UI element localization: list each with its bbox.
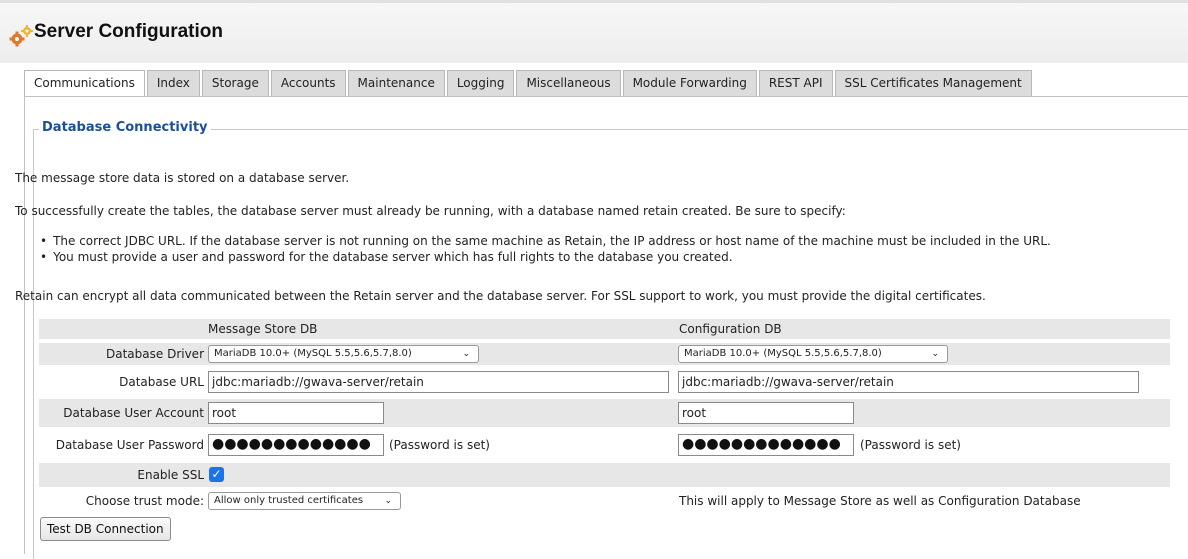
cfg-driver-select[interactable]: MariaDB 10.0+ (MySQL 5.5,5.6,5.7,8.0) ⌄: [678, 345, 948, 363]
url-row: Database URL jdbc:mariadb://gwava-server…: [39, 369, 1170, 395]
driver-row: Database Driver MariaDB 10.0+ (MySQL 5.5…: [39, 343, 1170, 365]
url-label: Database URL: [119, 375, 204, 389]
cfg-driver-value: MariaDB 10.0+ (MySQL 5.5,5.6,5.7,8.0): [684, 348, 882, 359]
ms-password-status: (Password is set): [389, 438, 490, 452]
ms-password-input[interactable]: ●●●●●●●●●●●●●: [208, 434, 384, 456]
trust-label: Choose trust mode:: [85, 494, 204, 508]
list-item: The correct JDBC URL. If the database se…: [40, 233, 1051, 249]
ssl-label: Enable SSL: [137, 468, 204, 482]
tab-maintenance[interactable]: Maintenance: [347, 70, 445, 96]
enable-ssl-checkbox[interactable]: ✓: [209, 467, 224, 482]
chevron-down-icon: ⌄: [462, 349, 470, 359]
chevron-down-icon: ⌄: [384, 496, 392, 506]
tab-bar: Communications Index Storage Accounts Ma…: [24, 70, 1034, 97]
column-header-configuration: Configuration DB: [679, 322, 782, 336]
column-header-message-store: Message Store DB: [208, 322, 318, 336]
fieldset-legend: Database Connectivity: [39, 120, 211, 135]
trust-mode-value: Allow only trusted certificates: [214, 495, 364, 506]
gears-icon: [8, 25, 34, 47]
ssl-row: Enable SSL ✓: [39, 463, 1170, 487]
ms-driver-value: MariaDB 10.0+ (MySQL 5.5,5.6,5.7,8.0): [214, 348, 412, 359]
fieldset-border-left: [33, 129, 34, 559]
ms-user-input[interactable]: root: [208, 402, 384, 424]
ms-url-input[interactable]: jdbc:mariadb://gwava-server/retain: [208, 371, 669, 393]
cfg-user-input[interactable]: root: [678, 402, 854, 424]
page-title: Server Configuration: [34, 21, 223, 42]
intro-text: The message store data is stored on a da…: [15, 171, 350, 185]
chevron-down-icon: ⌄: [931, 349, 939, 359]
user-row: Database User Account root root: [39, 399, 1170, 427]
tab-communications[interactable]: Communications: [24, 70, 145, 97]
cfg-url-input[interactable]: jdbc:mariadb://gwava-server/retain: [678, 371, 1139, 393]
instructions-text: To successfully create the tables, the d…: [15, 204, 846, 218]
list-item: You must provide a user and password for…: [40, 249, 1051, 265]
encryption-note: Retain can encrypt all data communicated…: [15, 289, 986, 303]
trust-row: Choose trust mode: Allow only trusted ce…: [39, 489, 1170, 513]
page-header: Server Configuration: [0, 3, 1188, 63]
form-header-row: Message Store DB Configuration DB: [39, 319, 1170, 339]
tab-index[interactable]: Index: [146, 70, 200, 96]
requirements-list: The correct JDBC URL. If the database se…: [40, 233, 1051, 265]
cfg-password-input[interactable]: ●●●●●●●●●●●●●: [678, 434, 854, 456]
password-row: Database User Password ●●●●●●●●●●●●● (Pa…: [39, 431, 1170, 459]
test-db-connection-button[interactable]: Test DB Connection: [40, 517, 171, 541]
cfg-password-status: (Password is set): [860, 438, 961, 452]
driver-label: Database Driver: [106, 347, 204, 361]
password-label: Database User Password: [55, 438, 204, 452]
tab-accounts[interactable]: Accounts: [270, 70, 346, 96]
ms-driver-select[interactable]: MariaDB 10.0+ (MySQL 5.5,5.6,5.7,8.0) ⌄: [208, 345, 479, 363]
tab-ssl-certificates-management[interactable]: SSL Certificates Management: [834, 70, 1032, 96]
trust-mode-note: This will apply to Message Store as well…: [679, 494, 1081, 508]
tab-rest-api[interactable]: REST API: [758, 70, 833, 96]
trust-mode-select[interactable]: Allow only trusted certificates ⌄: [208, 492, 401, 510]
tab-module-forwarding[interactable]: Module Forwarding: [622, 70, 757, 96]
tab-storage[interactable]: Storage: [201, 70, 269, 96]
tab-miscellaneous[interactable]: Miscellaneous: [516, 70, 621, 96]
user-label: Database User Account: [63, 406, 204, 420]
tab-logging[interactable]: Logging: [446, 70, 515, 96]
